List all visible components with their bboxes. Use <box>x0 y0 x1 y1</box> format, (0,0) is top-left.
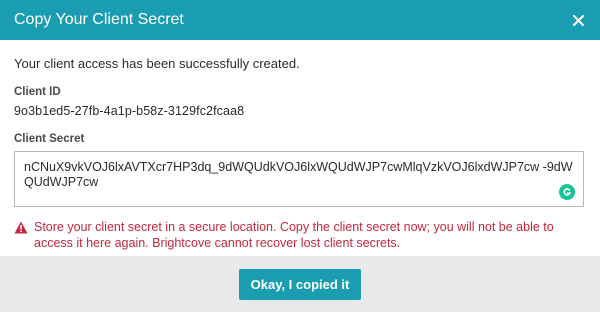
grammarly-g-glyph <box>563 188 572 196</box>
grammarly-icon[interactable] <box>559 184 575 200</box>
dialog-footer: Okay, I copied it <box>0 256 600 312</box>
dialog-header: Copy Your Client Secret <box>0 0 600 40</box>
dialog-body: Your client access has been successfully… <box>0 40 600 251</box>
warning-icon <box>14 221 28 234</box>
client-secret-value: nCNuX9vkVOJ6lxAVTXcr7HP3dq_9dWQUdkVOJ6lx… <box>24 160 573 189</box>
client-id-label: Client ID <box>14 86 61 98</box>
dialog-title: Copy Your Client Secret <box>14 11 184 28</box>
client-secret-field[interactable]: nCNuX9vkVOJ6lxAVTXcr7HP3dq_9dWQUdkVOJ6lx… <box>14 151 584 207</box>
security-warning: Store your client secret in a secure loc… <box>14 219 586 251</box>
close-icon <box>572 14 584 26</box>
close-button[interactable] <box>569 11 587 29</box>
confirm-copied-button[interactable]: Okay, I copied it <box>238 268 362 300</box>
copy-secret-dialog: Copy Your Client Secret Your client acce… <box>0 0 600 312</box>
success-message: Your client access has been successfully… <box>14 56 300 71</box>
warning-text: Store your client secret in a secure loc… <box>34 220 554 250</box>
client-secret-label: Client Secret <box>14 133 85 145</box>
client-id-value[interactable]: 9o3b1ed5-27fb-4a1p-b58z-3129fc2fcaa8 <box>14 104 586 118</box>
